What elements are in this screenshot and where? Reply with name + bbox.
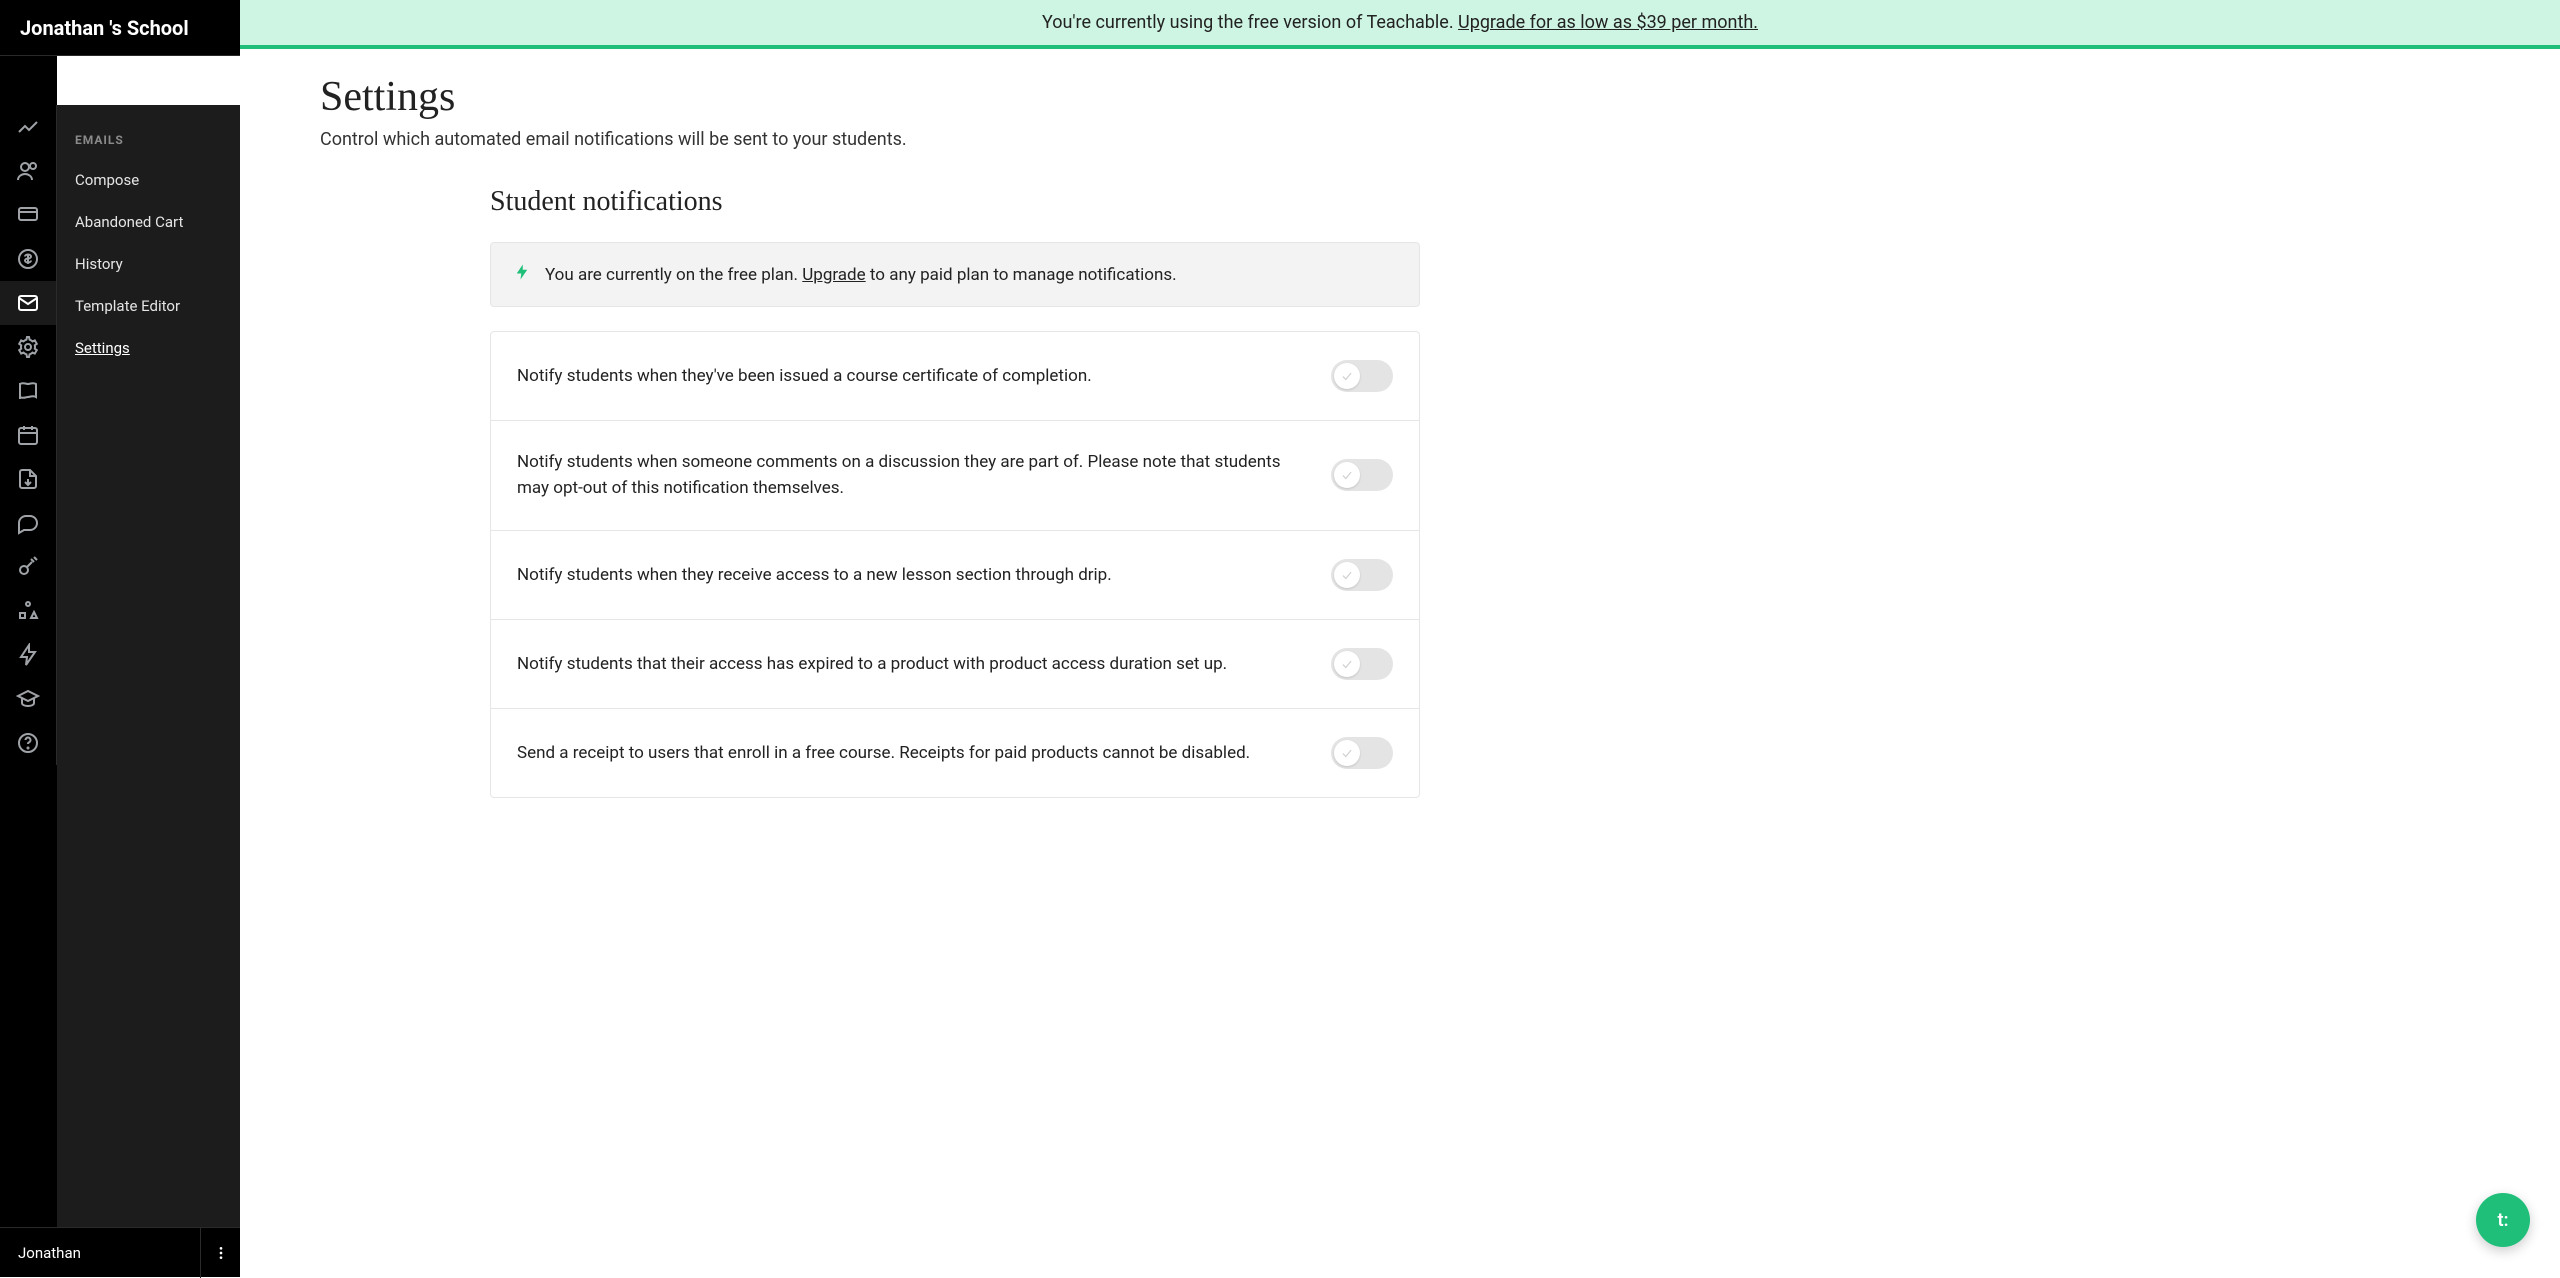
sidebar-item-compose[interactable]: Compose <box>57 159 240 201</box>
bolt-icon <box>513 261 531 288</box>
setting-label: Notify students when they receive access… <box>517 562 1301 588</box>
sidebar-item-history[interactable]: History <box>57 243 240 285</box>
setting-row-discussion: Notify students when someone comments on… <box>491 421 1419 531</box>
notice-before: You are currently on the free plan. <box>545 265 802 285</box>
nav-power-icon[interactable] <box>0 633 56 677</box>
nav-help-icon[interactable] <box>0 721 56 765</box>
school-name: Jonathan 's School <box>20 16 189 40</box>
nav-settings-icon[interactable] <box>0 325 56 369</box>
nav-courses-icon[interactable] <box>0 369 56 413</box>
nav-site-icon[interactable] <box>0 193 56 237</box>
page-subtitle: Control which automated email notificati… <box>320 129 1420 150</box>
setting-label: Send a receipt to users that enroll in a… <box>517 740 1301 766</box>
chat-fab-label: t: <box>2498 1210 2509 1231</box>
nav-apps-icon[interactable] <box>0 589 56 633</box>
sub-sidebar-heading: EMAILS <box>57 125 240 159</box>
nav-pages-icon[interactable] <box>0 457 56 501</box>
toggle-receipt[interactable] <box>1331 737 1393 769</box>
emails-sub-sidebar: EMAILS Compose Abandoned Cart History Te… <box>57 105 240 1277</box>
upgrade-notice: You are currently on the free plan. Upgr… <box>490 242 1420 307</box>
sidebar-item-settings[interactable]: Settings <box>57 327 240 369</box>
nav-calendar-icon[interactable] <box>0 413 56 457</box>
settings-list: Notify students when they've been issued… <box>490 331 1420 798</box>
banner-text: You're currently using the free version … <box>1042 12 1458 33</box>
toggle-access-expired[interactable] <box>1331 648 1393 680</box>
user-menu-button[interactable] <box>200 1228 240 1278</box>
toggle-certificate[interactable] <box>1331 360 1393 392</box>
nav-users-icon[interactable] <box>0 149 56 193</box>
setting-row-receipt: Send a receipt to users that enroll in a… <box>491 709 1419 797</box>
icon-rail <box>0 49 57 1277</box>
setting-label: Notify students when they've been issued… <box>517 363 1301 389</box>
nav-comments-icon[interactable] <box>0 501 56 545</box>
section-title: Student notifications <box>490 186 1420 218</box>
setting-row-access-expired: Notify students that their access has ex… <box>491 620 1419 709</box>
nav-learn-icon[interactable] <box>0 677 56 721</box>
sidebar-item-abandoned-cart[interactable]: Abandoned Cart <box>57 201 240 243</box>
banner-upgrade-link[interactable]: Upgrade for as low as $39 per month. <box>1458 12 1758 33</box>
setting-label: Notify students when someone comments on… <box>517 449 1301 502</box>
setting-row-certificate: Notify students when they've been issued… <box>491 332 1419 421</box>
user-name[interactable]: Jonathan <box>0 1244 200 1262</box>
nav-sales-icon[interactable] <box>0 237 56 281</box>
nav-dashboard-icon[interactable] <box>0 105 56 149</box>
toggle-discussion[interactable] <box>1331 459 1393 491</box>
setting-row-drip: Notify students when they receive access… <box>491 531 1419 620</box>
upgrade-banner: You're currently using the free version … <box>240 0 2560 49</box>
chat-fab[interactable]: t: <box>2476 1193 2530 1247</box>
notice-after: to any paid plan to manage notifications… <box>866 265 1177 285</box>
nav-integrations-icon[interactable] <box>0 545 56 589</box>
user-footer: Jonathan <box>0 1227 240 1277</box>
toggle-drip[interactable] <box>1331 559 1393 591</box>
notice-text: You are currently on the free plan. Upgr… <box>545 265 1177 285</box>
setting-label: Notify students that their access has ex… <box>517 651 1301 677</box>
school-title-bar[interactable]: Jonathan 's School <box>0 0 240 56</box>
notice-upgrade-link[interactable]: Upgrade <box>802 265 865 285</box>
page-title: Settings <box>320 73 1420 121</box>
nav-emails-icon[interactable] <box>0 281 56 325</box>
main-content: Settings Control which automated email n… <box>240 49 2560 1277</box>
sidebar-item-template-editor[interactable]: Template Editor <box>57 285 240 327</box>
